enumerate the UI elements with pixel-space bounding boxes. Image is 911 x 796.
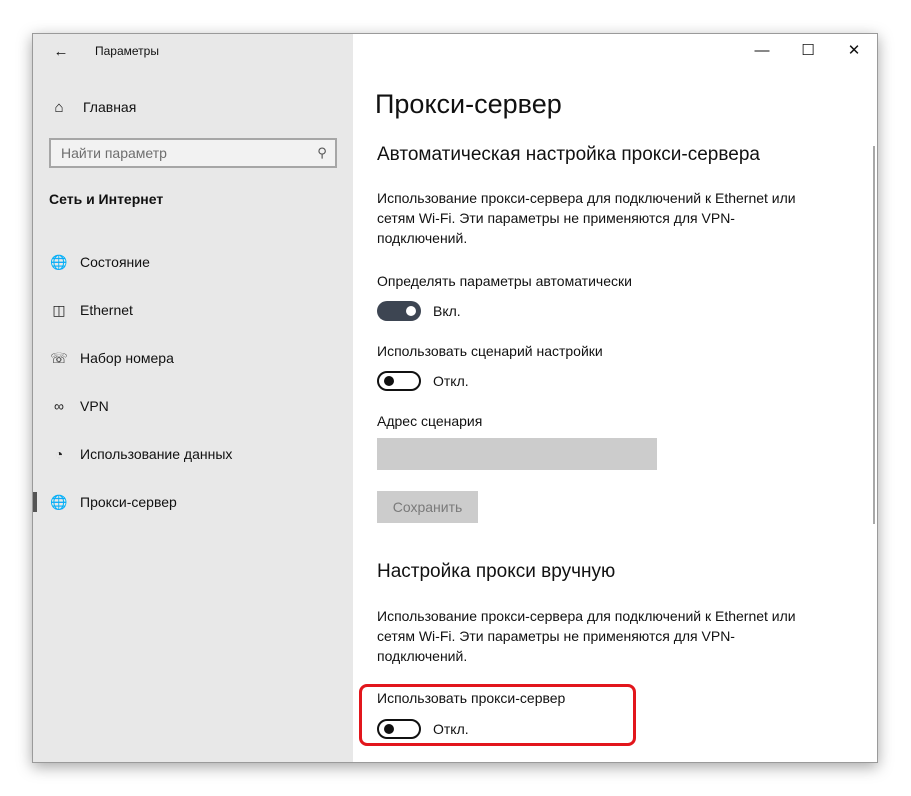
auto-detect-toggle-row: Вкл. [377,301,461,321]
setup-script-toggle-row: Откл. [377,371,469,391]
sidebar-item-label: VPN [80,398,109,414]
home-icon: ⌂ [54,98,64,116]
manual-setup-description: Использование прокси-сервера для подключ… [377,608,796,664]
back-arrow-icon[interactable]: ← [49,39,73,63]
toggle-knob [384,376,394,386]
highlight-box [359,684,636,746]
maximize-button[interactable]: ☐ [785,34,831,66]
manual-setup-heading: Настройка прокси вручную [377,561,616,582]
auto-detect-toggle[interactable] [377,301,421,321]
setup-script-label: Использовать сценарий настройки [377,343,603,359]
sidebar-item-status[interactable]: 🌐 Состояние [33,238,353,286]
search-box[interactable]: Найти параметр ⚲ [49,138,337,168]
settings-window: ← Параметры ⌂ Главная Найти параметр ⚲ С… [32,33,878,763]
auto-detect-label: Определять параметры автоматически [377,273,632,289]
main-content: — ☐ ✕ Прокси-сервер Автоматическая настр… [353,34,877,762]
toggle-knob [406,306,416,316]
scrollbar[interactable] [873,146,875,524]
script-address-input[interactable] [377,438,657,470]
setup-script-toggle[interactable] [377,371,421,391]
sidebar-item-proxy[interactable]: 🌐 Прокси-сервер [33,478,353,526]
sidebar: ← Параметры ⌂ Главная Найти параметр ⚲ С… [33,34,353,762]
search-input[interactable]: Найти параметр [51,145,309,161]
vpn-icon: ∞ [54,398,64,414]
sidebar-item-label: Ethernet [80,302,133,318]
auto-detect-state: Вкл. [433,303,461,319]
sidebar-item-dialup[interactable]: ☏ Набор номера [33,334,353,382]
data-usage-icon: ◔ [54,446,64,462]
sidebar-item-data-usage[interactable]: ◔ Использование данных [33,430,353,478]
sidebar-item-label: Прокси-сервер [80,494,177,510]
globe-status-icon: 🌐 [50,253,68,270]
close-button[interactable]: ✕ [831,34,877,66]
setup-script-state: Откл. [433,373,469,389]
app-title: Параметры [95,44,159,58]
home-label: Главная [83,99,137,115]
auto-setup-description: Использование прокси-сервера для подключ… [377,190,796,246]
script-address-label: Адрес сценария [377,413,483,429]
ethernet-icon: ◫ [52,301,66,318]
save-button[interactable]: Сохранить [377,491,478,523]
home-link[interactable]: ⌂ Главная [49,96,136,118]
sidebar-item-label: Состояние [80,254,150,270]
sidebar-item-label: Использование данных [80,446,233,462]
sidebar-item-ethernet[interactable]: ◫ Ethernet [33,286,353,334]
search-icon: ⚲ [317,145,327,160]
minimize-button[interactable]: — [739,34,785,66]
dialup-icon: ☏ [50,349,68,366]
section-title: Сеть и Интернет [49,191,164,207]
sidebar-item-label: Набор номера [80,350,174,366]
sidebar-nav: 🌐 Состояние ◫ Ethernet ☏ Набор номера ∞ … [33,238,353,526]
sidebar-item-vpn[interactable]: ∞ VPN [33,382,353,430]
globe-proxy-icon: 🌐 [50,493,68,510]
auto-setup-heading: Автоматическая настройка прокси-сервера [377,144,760,165]
page-title: Прокси-сервер [375,89,562,119]
